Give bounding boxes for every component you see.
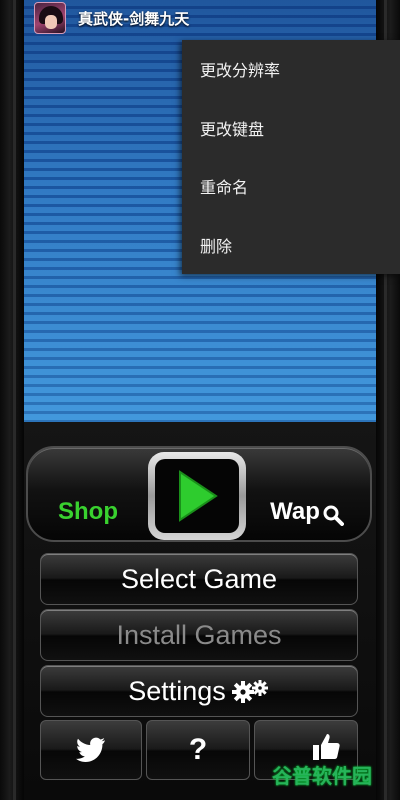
shop-button[interactable]: Shop <box>32 452 144 536</box>
twitter-button[interactable] <box>40 720 142 780</box>
help-button[interactable]: ? <box>146 720 250 780</box>
context-menu: 更改分辨率 更改键盘 重命名 删除 <box>182 40 400 274</box>
gear-icon <box>231 680 268 703</box>
left-bezel <box>0 0 24 800</box>
thumbs-up-icon <box>313 734 340 760</box>
menu-item-change-keyboard[interactable]: 更改键盘 <box>182 99 400 158</box>
game-title-bar: 真武侠-剑舞九天 <box>24 0 376 36</box>
magnifier-icon <box>323 505 344 526</box>
settings-label: Settings <box>128 675 226 706</box>
shop-label: Shop <box>58 498 118 525</box>
install-games-label: Install Games <box>116 619 282 650</box>
menu-item-delete[interactable]: 删除 <box>182 216 400 275</box>
watermark-text: 谷普软件园 <box>272 764 372 788</box>
menu-item-rename[interactable]: 重命名 <box>182 157 400 216</box>
menu-item-change-resolution[interactable]: 更改分辨率 <box>182 40 400 99</box>
play-button[interactable] <box>148 452 246 540</box>
wap-label: Wap <box>270 498 320 525</box>
game-avatar-icon <box>34 2 66 34</box>
play-icon <box>179 470 218 522</box>
settings-button[interactable]: Settings <box>40 665 358 717</box>
wap-button[interactable]: Wap <box>248 452 366 536</box>
twitter-bird-icon <box>76 737 105 762</box>
install-games-button[interactable]: Install Games <box>40 609 358 661</box>
game-title: 真武侠-剑舞九天 <box>78 9 190 28</box>
select-game-label: Select Game <box>120 563 278 594</box>
select-game-button[interactable]: Select Game <box>40 553 358 605</box>
help-label: ? <box>188 733 208 766</box>
